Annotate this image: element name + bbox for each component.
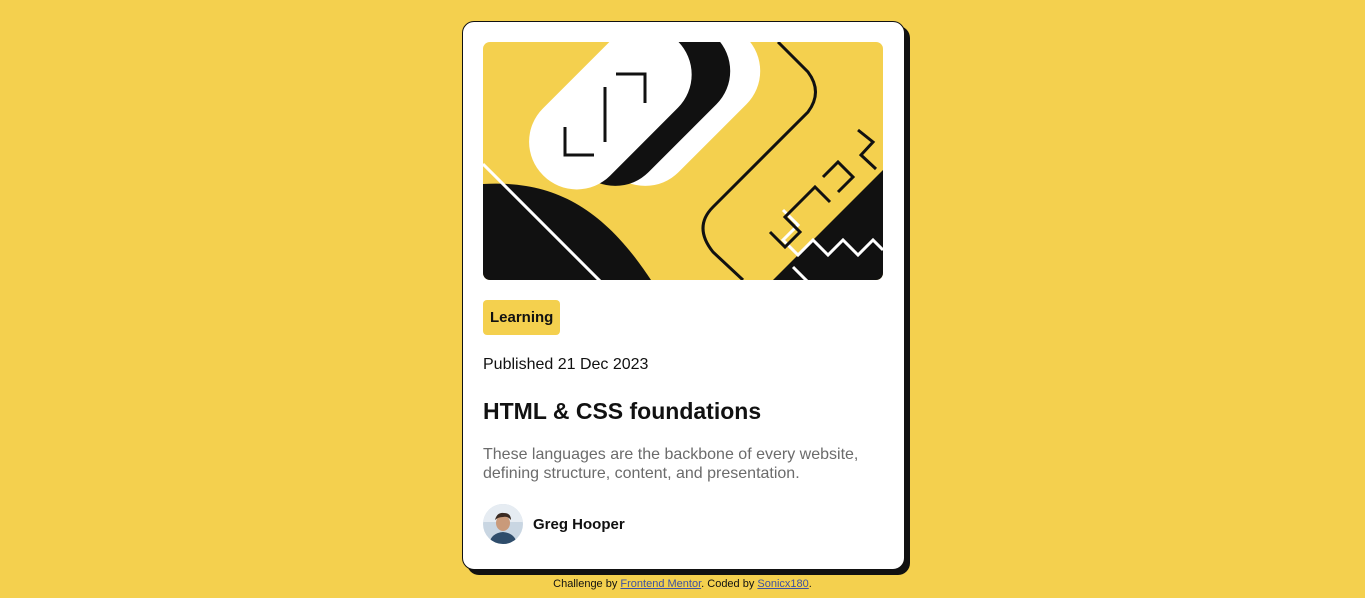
author-profile-link[interactable]: Sonicx180 [757, 578, 808, 590]
card-description: These languages are the backbone of ever… [483, 446, 859, 482]
attribution-prefix: Challenge by [553, 578, 621, 590]
frontend-mentor-link[interactable]: Frontend Mentor [620, 578, 701, 590]
author: Greg Hooper [483, 504, 884, 544]
attribution-middle: . Coded by [701, 578, 758, 590]
attribution: Challenge by Frontend Mentor. Coded by S… [0, 578, 1365, 590]
avatar [483, 504, 523, 544]
category-tag: Learning [483, 300, 561, 335]
card-title[interactable]: HTML & CSS foundations [483, 397, 884, 425]
published-date: Published 21 Dec 2023 [483, 356, 649, 373]
hero-illustration [483, 42, 883, 280]
attribution-suffix: . [808, 578, 812, 590]
author-name: Greg Hooper [533, 515, 625, 533]
blog-preview-card: Learning Published 21 Dec 2023 HTML & CS… [462, 21, 905, 570]
